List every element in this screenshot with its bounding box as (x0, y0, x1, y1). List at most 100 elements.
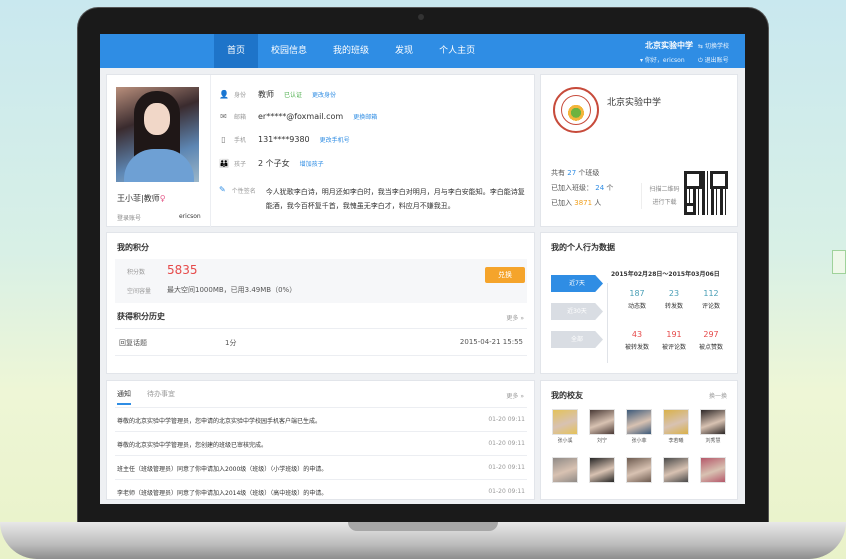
tab-todo[interactable]: 待办事宜 (147, 389, 175, 405)
stat-forwarded: 43 被转发数 (624, 330, 649, 351)
verified-badge: 已认证 (284, 92, 303, 99)
points-summary: 积分数 5835 空间容量 最大空间1000MB，已用3.49MB（0%） 兑换 (115, 259, 527, 303)
history-more-link[interactable]: 更多 » (506, 313, 524, 322)
laptop-frame: 首页 校园信息 我的班级 发现 个人主页 北京实验中学 ⇆ 切换学校 ▾ 你好，… (78, 8, 768, 533)
notice-more-link[interactable]: 更多 » (506, 391, 524, 400)
friend-item[interactable]: 刘宁 (588, 409, 616, 444)
friend-avatar[interactable] (663, 409, 689, 435)
children-row: 👪 孩子 2 个子女 增加孩子 (219, 159, 324, 168)
friend-avatar[interactable] (589, 409, 615, 435)
children-icon: 👪 (219, 159, 229, 168)
phone-row: ▯ 手机 131****9380 更改手机号 (219, 135, 350, 144)
friend-item[interactable] (625, 457, 653, 485)
avatar[interactable] (116, 87, 199, 182)
friend-name: 刘宁 (596, 438, 607, 444)
history-title: 获得积分历史 (117, 312, 165, 321)
qr-label: 扫描二维码 进行下载 (641, 183, 681, 209)
screen: 首页 校园信息 我的班级 发现 个人主页 北京实验中学 ⇆ 切换学校 ▾ 你好，… (100, 34, 745, 504)
points-title: 我的积分 (117, 243, 149, 252)
range-all-button[interactable]: 全部 (551, 331, 603, 348)
range-30-days-button[interactable]: 近30天 (551, 303, 603, 320)
current-school: 北京实验中学 (645, 41, 693, 50)
notice-card: 通知 待办事宜 更多 » 尊敬的北京实验中学管理员，您申请的北京实验中学校园手机… (106, 380, 535, 500)
divider (210, 75, 211, 228)
school-card: 北京实验中学 共有 27 个班级 已加入班级： 24 个 已加入 3871 人 … (540, 74, 738, 227)
friend-avatar[interactable] (700, 457, 726, 483)
friend-name: 李若曦 (668, 438, 684, 444)
login-label: 登录账号 (117, 215, 142, 222)
stat-forwards: 23 转发数 (664, 289, 683, 310)
redeem-button[interactable]: 兑换 (485, 267, 525, 283)
friend-item[interactable] (699, 457, 727, 485)
class-count: 共有 27 个班级 (551, 169, 600, 177)
identity-row: 👤 身份 教师 已认证 更改身份 (219, 90, 337, 99)
friend-item[interactable] (662, 457, 690, 485)
stat-posts: 187 动态数 (627, 289, 646, 310)
list-item[interactable]: 尊敬的北京实验中学管理员，您申请的北京实验中学校园手机客户端已生成。 01-20 … (115, 407, 527, 431)
points-value: 5835 (167, 263, 198, 277)
profile-name: 王小菲|教师♀ (117, 194, 166, 203)
friend-name: 张小溪 (557, 438, 573, 444)
friends-card: 我的校友 换一换 张小溪 刘宁 张小菲 李若曦 刘秀慧 (540, 380, 738, 500)
list-item[interactable]: 班主任（班级管理员）同意了你申请加入2000级（班级）（小学班级）的申请。 01-… (115, 455, 527, 479)
children-value: 2 个子女 (258, 159, 290, 168)
logout-label: 退出账号 (704, 57, 729, 64)
joined-people: 已加入 3871 人 (551, 199, 602, 207)
switch-school-label: 切换学校 (704, 43, 729, 50)
space-usage: 最大空间1000MB，已用3.49MB（0%） (167, 286, 297, 294)
list-item[interactable]: 尊敬的北京实验中学管理员，您创建的班级已审核完成。 01-20 09:11 (115, 431, 527, 455)
nav-homepage[interactable]: 个人主页 (426, 34, 488, 68)
school-name: 北京实验中学 (607, 98, 662, 108)
side-tab[interactable] (832, 250, 846, 274)
tab-notice[interactable]: 通知 (117, 389, 131, 405)
friend-avatar[interactable] (589, 457, 615, 483)
nav-my-class[interactable]: 我的班级 (320, 34, 382, 68)
switch-school-link[interactable]: ⇆ 切换学校 (698, 41, 729, 50)
friend-name: 刘秀慧 (705, 438, 721, 444)
notice-tabs: 通知 待办事宜 (117, 389, 175, 405)
greeting[interactable]: ▾ 你好，ericson (640, 55, 685, 64)
profile-card: 王小菲|教师♀ 登录账号 ericson 👤 身份 教师 已认证 更改身份 ✉ … (106, 74, 535, 228)
change-phone-link[interactable]: 更改手机号 (320, 135, 350, 144)
friend-item[interactable] (588, 457, 616, 485)
stat-commented: 191 被评论数 (661, 330, 686, 351)
friend-avatar[interactable] (626, 457, 652, 483)
qr-code-icon[interactable] (684, 171, 728, 215)
nav-home[interactable]: 首页 (214, 34, 259, 68)
friend-avatar[interactable] (626, 409, 652, 435)
greeting-text: 你好，ericson (644, 57, 685, 64)
pen-icon: ✎ (219, 185, 226, 194)
friend-avatar[interactable] (700, 409, 726, 435)
school-logo (553, 87, 599, 133)
range-7-days-button[interactable]: 近7天 (551, 275, 603, 292)
friend-item[interactable]: 张小溪 (551, 409, 579, 444)
friend-avatar[interactable] (552, 457, 578, 483)
friend-avatar[interactable] (663, 457, 689, 483)
friend-avatar[interactable] (552, 409, 578, 435)
stat-liked: 297 被点赞数 (698, 330, 723, 351)
nav-discover[interactable]: 发现 (382, 34, 426, 68)
table-row: 回复话题 1分 2015-04-21 15:55 (115, 328, 527, 356)
signature-row: ✎ 个性签名 今人犹歌李白诗，明月还如李白时，我当李白对明月，月与李白安能知。李… (219, 185, 531, 213)
friend-item[interactable]: 刘秀慧 (699, 409, 727, 444)
login-value: ericson (179, 213, 201, 220)
identity-value: 教师 (258, 90, 274, 99)
nav-campus-info[interactable]: 校园信息 (258, 34, 320, 68)
logout-link[interactable]: ⏻ 退出账号 (698, 55, 729, 65)
email-value: er*****@foxmail.com (258, 112, 344, 121)
friends-title: 我的校友 (551, 391, 583, 400)
friend-item[interactable]: 李若曦 (662, 409, 690, 444)
top-nav-bar: 首页 校园信息 我的班级 发现 个人主页 北京实验中学 ⇆ 切换学校 ▾ 你好，… (100, 34, 745, 68)
refresh-friends-link[interactable]: 换一换 (709, 391, 727, 400)
list-item[interactable]: 李老师（班级管理员）同意了你申请加入2014级（班级）（高中班级）的申请。 01-… (115, 479, 527, 503)
friend-item[interactable]: 张小菲 (625, 409, 653, 444)
date-range: 2015年02月28日～2015年03月06日 (611, 271, 720, 278)
add-child-link[interactable]: 增加孩子 (300, 159, 324, 168)
female-icon: ♀ (159, 194, 166, 203)
behavior-title: 我的个人行为数据 (551, 243, 615, 252)
phone-icon: ▯ (221, 135, 226, 144)
friend-item[interactable] (551, 457, 579, 485)
change-identity-link[interactable]: 更改身份 (312, 90, 336, 99)
joined-classes: 已加入班级： 24 个 (551, 184, 614, 192)
change-email-link[interactable]: 更换邮箱 (353, 112, 377, 121)
